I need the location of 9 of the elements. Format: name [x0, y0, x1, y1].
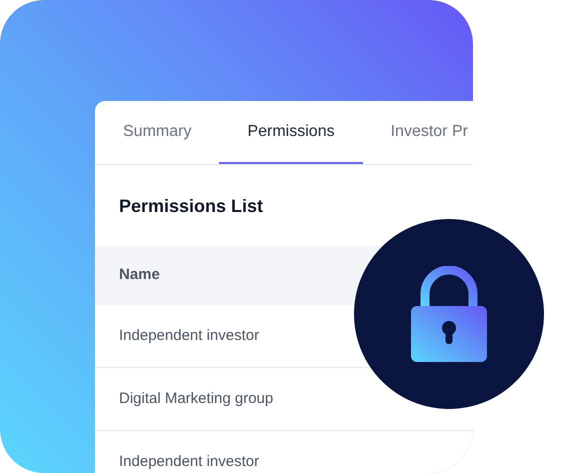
- tab[interactable]: Permissions: [219, 101, 363, 164]
- list-title: Permissions List: [118, 195, 264, 218]
- tab[interactable]: Summary: [95, 101, 220, 164]
- table-cell-text: Digital Marketing group: [119, 388, 274, 409]
- lock-icon: [411, 266, 487, 362]
- tab[interactable]: Investor Pr: [362, 101, 473, 164]
- table-cell-text: Independent investor: [119, 326, 260, 346]
- table-cell-text: Independent investor: [119, 452, 260, 472]
- column-header: Name: [119, 265, 160, 286]
